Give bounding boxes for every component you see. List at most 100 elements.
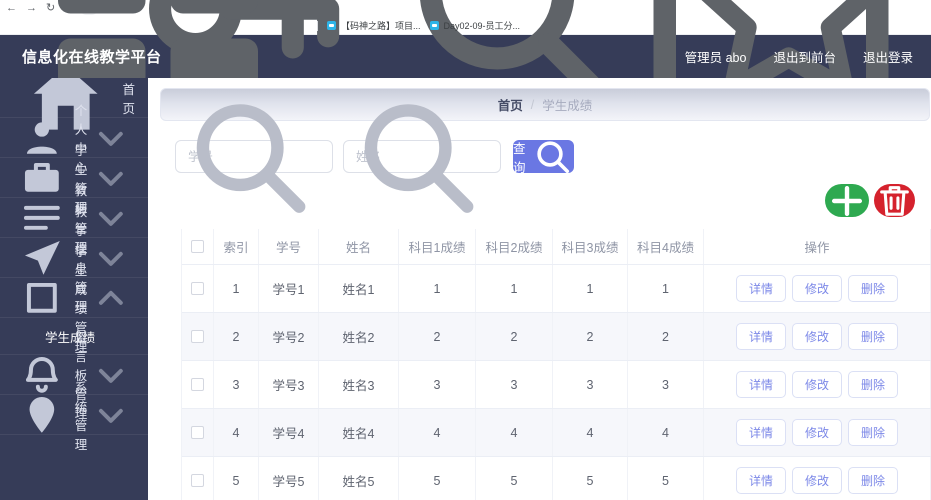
cell-name: 姓名3 (319, 361, 399, 408)
bookmarks-divider (317, 20, 318, 31)
table-row: 2 学号2 姓名2 2 2 2 2 详情 修改 删除 (182, 313, 931, 361)
frame-icon (18, 274, 66, 322)
cell-index: 3 (214, 361, 259, 408)
cell-student-no: 学号3 (259, 361, 319, 408)
cell-index: 1 (214, 265, 259, 312)
delete-row-button[interactable]: 删除 (848, 275, 899, 302)
edit-button[interactable]: 修改 (791, 467, 842, 494)
cell-subject2: 5 (476, 457, 553, 500)
table-row: 5 学号5 姓名5 5 5 5 5 详情 修改 删除 (182, 457, 931, 500)
header-subject3: 科目3成绩 (553, 229, 628, 264)
delete-row-button[interactable]: 删除 (848, 371, 899, 398)
header-subject1: 科目1成绩 (399, 229, 476, 264)
edit-button[interactable]: 修改 (791, 275, 842, 302)
exit-to-front-link[interactable]: 退出到前台 (773, 47, 836, 66)
main-content: 首页 / 学生成绩 查询 (148, 78, 931, 500)
breadcrumb-separator: / (530, 97, 535, 112)
table-body: 1 学号1 姓名1 1 1 1 1 详情 修改 删除 2 学号2 姓名2 2 2 2 2 详情 修改 删除 3 学号3 姓名… (182, 265, 931, 500)
cell-subject1: 5 (399, 457, 476, 500)
plus-icon (825, 179, 869, 223)
table-header-row: 索引 学号 姓名 科目1成绩 科目2成绩 科目3成绩 科目4成绩 操作 (182, 229, 931, 265)
cell-index: 4 (214, 409, 259, 456)
detail-button[interactable]: 详情 (735, 467, 786, 494)
header-index: 索引 (214, 229, 259, 264)
table-row: 4 学号4 姓名4 4 4 4 4 详情 修改 删除 (182, 409, 931, 457)
cell-subject4: 1 (628, 265, 704, 312)
app-title: 信息化在线教学平台 (22, 49, 162, 66)
cell-student-no: 学号5 (259, 457, 319, 500)
header-links: 管理员 abo 退出到前台 退出登录 (685, 47, 931, 66)
cell-subject4: 4 (628, 409, 704, 456)
browser-window: ← → ↻ ⌂ ⓘ localhost:8080/springboot9qw88… (0, 0, 931, 500)
cell-subject1: 3 (399, 361, 476, 408)
delete-row-button[interactable]: 删除 (848, 323, 899, 350)
search-icon (175, 82, 324, 231)
row-checkbox[interactable] (191, 282, 204, 295)
delete-row-button[interactable]: 删除 (848, 467, 899, 494)
cell-subject4: 2 (628, 313, 704, 360)
cell-subject3: 2 (553, 313, 628, 360)
name-field-wrap (343, 103, 501, 213)
breadcrumb-current: 学生成绩 (542, 99, 593, 113)
pin-icon (18, 391, 66, 439)
detail-button[interactable]: 详情 (735, 323, 786, 350)
header-actions: 操作 (704, 229, 931, 264)
student-no-field-wrap (175, 103, 333, 213)
cell-subject1: 1 (399, 265, 476, 312)
cell-student-no: 学号2 (259, 313, 319, 360)
cell-subject3: 5 (553, 457, 628, 500)
table-row: 3 学号3 姓名3 3 3 3 3 详情 修改 删除 (182, 361, 931, 409)
cell-subject1: 4 (399, 409, 476, 456)
bookmark-favicon (429, 21, 439, 30)
cell-subject4: 3 (628, 361, 704, 408)
add-button[interactable] (825, 184, 869, 217)
current-user[interactable]: 管理员 abo (685, 47, 747, 66)
chevron-down-icon (87, 391, 135, 439)
edit-button[interactable]: 修改 (791, 419, 842, 446)
delete-row-button[interactable]: 删除 (848, 419, 899, 446)
cell-index: 2 (214, 313, 259, 360)
cell-subject4: 5 (628, 457, 704, 500)
search-row: 查询 (175, 103, 931, 213)
cell-subject2: 1 (476, 265, 553, 312)
cell-subject2: 4 (476, 409, 553, 456)
logout-link[interactable]: 退出登录 (863, 47, 913, 66)
header-subject2: 科目2成绩 (476, 229, 553, 264)
edit-button[interactable]: 修改 (791, 371, 842, 398)
edit-button[interactable]: 修改 (791, 323, 842, 350)
header-name: 姓名 (319, 229, 399, 264)
cell-subject3: 1 (553, 265, 628, 312)
header-subject4: 科目4成绩 (628, 229, 704, 264)
sidebar-item-5[interactable]: 学生成绩管理 (0, 245, 148, 354)
sidebar-item-7[interactable]: 系统管理 (0, 381, 148, 452)
detail-button[interactable]: 详情 (735, 371, 786, 398)
row-checkbox[interactable] (191, 426, 204, 439)
header-student-no: 学号 (259, 229, 319, 264)
cell-subject3: 3 (553, 361, 628, 408)
search-icon (531, 135, 574, 178)
cell-name: 姓名2 (319, 313, 399, 360)
cell-student-no: 学号4 (259, 409, 319, 456)
batch-delete-button[interactable] (874, 184, 915, 217)
cell-subject2: 3 (476, 361, 553, 408)
search-icon (343, 82, 492, 231)
cell-subject1: 2 (399, 313, 476, 360)
row-checkbox[interactable] (191, 474, 204, 487)
detail-button[interactable]: 详情 (735, 419, 786, 446)
bookmark-favicon (327, 21, 336, 30)
cell-subject2: 2 (476, 313, 553, 360)
scores-table: 索引 学号 姓名 科目1成绩 科目2成绩 科目3成绩 科目4成绩 操作 1 学号1… (181, 229, 931, 500)
cell-name: 姓名4 (319, 409, 399, 456)
cell-name: 姓名5 (319, 457, 399, 500)
sidebar: 首页 个人中心 学生管理 教师管理 教学信息管理 学生成绩管理 学生成绩 留言板管理 系统管理 (0, 78, 148, 500)
row-checkbox[interactable] (191, 330, 204, 343)
cell-subject3: 4 (553, 409, 628, 456)
row-checkbox[interactable] (191, 378, 204, 391)
select-all-checkbox[interactable] (191, 240, 204, 253)
breadcrumb-home[interactable]: 首页 (498, 95, 523, 114)
bookmark-item[interactable]: 【码神之路】项目... (327, 19, 421, 32)
query-button[interactable]: 查询 (513, 140, 574, 175)
detail-button[interactable]: 详情 (735, 275, 786, 302)
bookmark-item[interactable]: Day02-09-员工分... (429, 19, 520, 32)
trash-icon (874, 180, 915, 221)
